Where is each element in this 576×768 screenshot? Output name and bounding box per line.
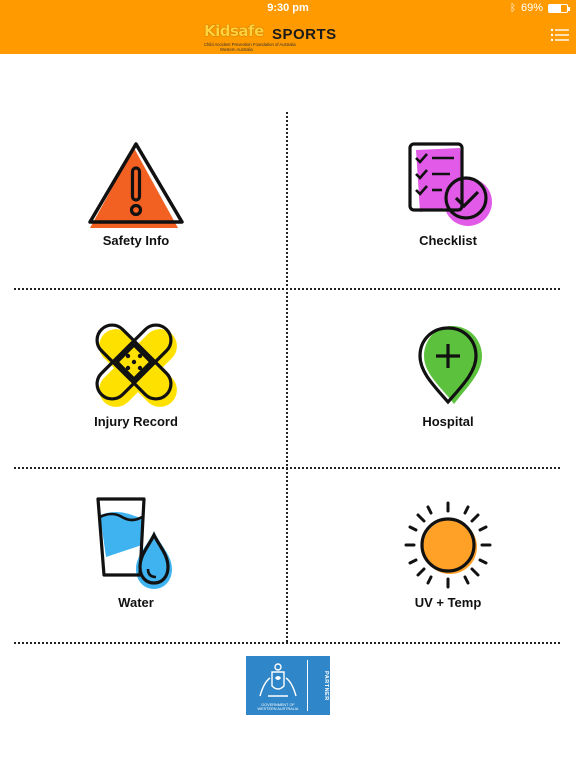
injury-record-button[interactable]: Injury Record	[0, 290, 272, 466]
partner-divider	[307, 660, 308, 711]
grid-divider-vertical	[286, 112, 288, 642]
checklist-icon	[408, 142, 492, 226]
status-indicators: ᛒ 69%	[509, 2, 570, 14]
water-label: Water	[118, 595, 154, 610]
logo-kidsafe-text: Kidsafe	[204, 22, 264, 40]
checklist-button[interactable]: Checklist	[312, 112, 576, 288]
uv-temp-button[interactable]: UV + Temp	[312, 469, 576, 645]
partner-label: PARTNER	[323, 670, 329, 701]
injury-record-label: Injury Record	[94, 414, 178, 429]
coat-of-arms-icon	[259, 663, 297, 697]
safety-info-label: Safety Info	[102, 233, 170, 248]
safety-info-button[interactable]: Safety Info	[0, 112, 272, 288]
checklist-label: Checklist	[419, 233, 477, 248]
water-glass-icon	[96, 497, 172, 589]
uv-temp-label: UV + Temp	[414, 595, 482, 610]
status-time: 9:30 pm	[267, 2, 309, 14]
gov-line-2: WESTERN AUSTRALIA	[257, 707, 299, 712]
logo-sports-text: SPORTS	[272, 26, 337, 43]
logo-region: Western Australia	[220, 47, 253, 52]
gov-wa-partner-badge[interactable]: GOVERNMENT OF WESTERN AUSTRALIA PARTNER	[246, 656, 330, 715]
hospital-label: Hospital	[422, 414, 474, 429]
kidsafe-sports-logo: Kidsafe SPORTS Child Accident Prevention…	[204, 22, 340, 52]
hospital-button[interactable]: Hospital	[312, 290, 576, 466]
warning-icon	[88, 142, 184, 228]
status-bar: 9:30 pm ᛒ 69%	[0, 0, 576, 18]
bandage-icon	[95, 323, 177, 407]
app-header: Kidsafe SPORTS Child Accident Prevention…	[0, 18, 576, 54]
hospital-pin-icon	[418, 326, 482, 405]
gov-wa-text: GOVERNMENT OF WESTERN AUSTRALIA	[252, 703, 304, 712]
battery-icon	[548, 3, 570, 13]
battery-percent: 69%	[520, 2, 543, 14]
menu-list-icon[interactable]	[550, 27, 570, 43]
sun-icon	[404, 501, 492, 589]
bluetooth-icon: ᛒ	[509, 2, 516, 14]
water-button[interactable]: Water	[0, 469, 272, 645]
